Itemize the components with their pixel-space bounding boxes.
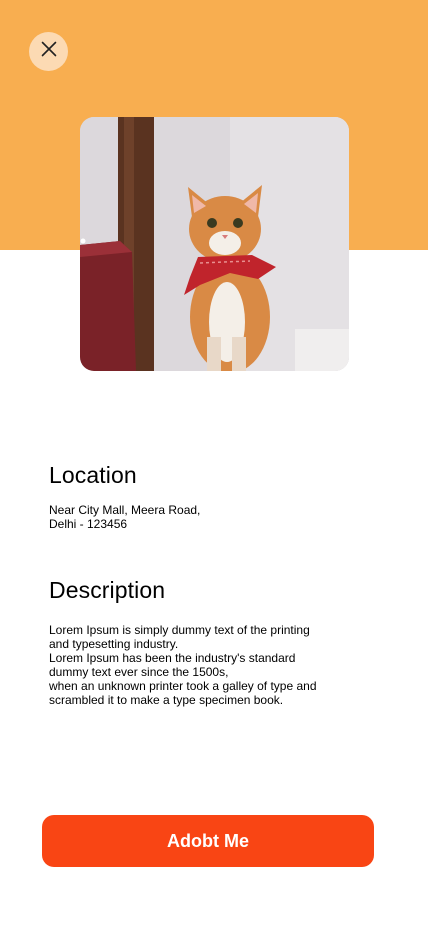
pet-photo	[80, 117, 349, 371]
description-title: Description	[49, 577, 166, 603]
location-title: Location	[49, 462, 137, 488]
close-button[interactable]	[29, 32, 68, 71]
close-icon	[41, 41, 57, 62]
adopt-button[interactable]: Adobt Me	[42, 815, 374, 867]
description-text: Lorem Ipsum is simply dummy text of the …	[49, 623, 317, 707]
location-text: Near City Mall, Meera Road, Delhi - 1234…	[49, 503, 201, 531]
